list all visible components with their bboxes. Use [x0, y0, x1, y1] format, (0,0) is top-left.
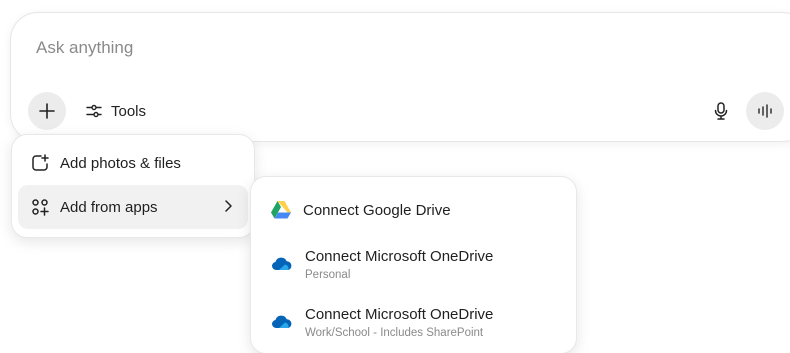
menu-item-label: Add from apps: [60, 198, 158, 216]
sub-item-text: Connect Microsoft OneDrive Personal: [305, 248, 493, 281]
sub-item-title: Connect Google Drive: [303, 201, 451, 219]
tools-label: Tools: [111, 102, 147, 120]
tools-button[interactable]: Tools: [77, 94, 154, 128]
sub-item-subtitle: Work/School - Includes SharePoint: [305, 326, 484, 339]
prompt-composer: Ask anything Tools: [10, 12, 790, 142]
apps-submenu: Connect Google Drive Connect Microsoft O…: [250, 176, 577, 353]
menu-item-add-photos[interactable]: Add photos & files: [18, 141, 248, 185]
sub-item-text: Connect Google Drive: [303, 202, 451, 219]
chevron-right-icon: [220, 198, 236, 214]
menu-item-label: Add photos & files: [60, 154, 181, 172]
connect-onedrive-work[interactable]: Connect Microsoft OneDrive Work/School -…: [259, 293, 568, 351]
sub-item-subtitle: Personal: [305, 268, 351, 281]
microphone-icon: [712, 101, 730, 121]
plus-icon: [38, 102, 56, 120]
apps-icon: [30, 197, 50, 217]
sub-item-title: Connect Microsoft OneDrive: [305, 305, 494, 323]
onedrive-icon: [271, 315, 293, 329]
attach-menu: Add photos & files Add from apps: [11, 134, 255, 238]
add-button[interactable]: [28, 92, 66, 130]
sub-item-text: Connect Microsoft OneDrive Work/School -…: [305, 306, 493, 339]
connect-onedrive-personal[interactable]: Connect Microsoft OneDrive Personal: [259, 235, 568, 293]
sliders-icon: [85, 102, 103, 120]
app-stage: Ask anything Tools Add photos & files Ad…: [0, 0, 790, 353]
prompt-input[interactable]: Ask anything: [36, 38, 133, 58]
add-photo-icon: [30, 153, 50, 173]
connect-google-drive[interactable]: Connect Google Drive: [259, 185, 568, 235]
sub-item-title: Connect Microsoft OneDrive: [305, 247, 494, 265]
voice-waveform-icon: [756, 103, 774, 119]
dictate-button[interactable]: [704, 94, 738, 128]
voice-mode-button[interactable]: [746, 92, 784, 130]
onedrive-icon: [271, 257, 293, 271]
menu-item-add-from-apps[interactable]: Add from apps: [18, 185, 248, 229]
google-drive-icon: [271, 201, 291, 219]
